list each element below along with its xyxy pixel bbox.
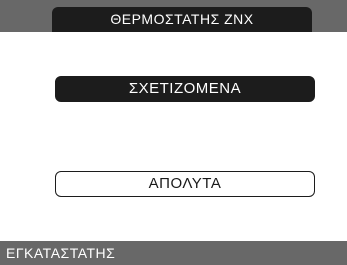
option-relative[interactable]: ΣΧΕΤΙΖΟΜΕΝΑ bbox=[55, 76, 315, 102]
header-bar: ΘΕΡΜΟΣΤΑΤΗΣ ΖΝΧ bbox=[0, 0, 347, 32]
screen-title: ΘΕΡΜΟΣΤΑΤΗΣ ΖΝΧ bbox=[52, 7, 312, 32]
thermostat-screen: ΘΕΡΜΟΣΤΑΤΗΣ ΖΝΧ ΣΧΕΤΙΖΟΜΕΝΑ ΑΠΟΛΥΤΑ ΕΓΚΑ… bbox=[0, 0, 347, 265]
option-absolute[interactable]: ΑΠΟΛΥΤΑ bbox=[55, 171, 315, 197]
user-level-bar: ΕΓΚΑΤΑΣΤΑΤΗΣ bbox=[0, 241, 347, 265]
